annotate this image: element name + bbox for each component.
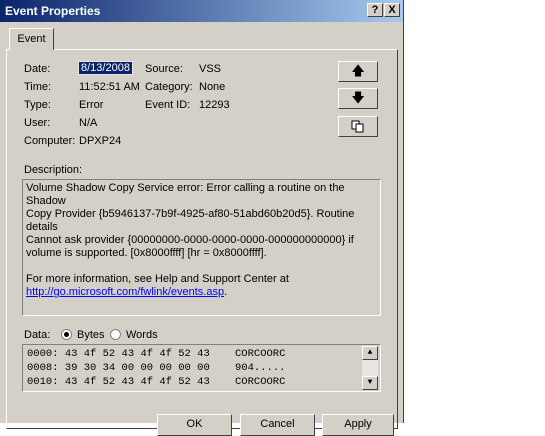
time-value: 11:52:51 AM xyxy=(79,81,140,93)
hex-scrollbar[interactable]: ▲ ▼ xyxy=(362,346,378,390)
source-value: VSS xyxy=(199,63,222,75)
scroll-up-icon[interactable]: ▲ xyxy=(362,346,378,360)
hex-offset: 0008: xyxy=(27,362,59,374)
description-line: volume is supported. [0x8000ffff] [hr = … xyxy=(26,247,267,259)
date-value[interactable]: 8/13/2008 xyxy=(78,61,133,75)
description-label: Description: xyxy=(24,164,83,176)
copy-button[interactable] xyxy=(338,116,378,137)
ok-button[interactable]: OK xyxy=(157,414,232,436)
hex-offset: 0000: xyxy=(27,348,59,360)
words-radio[interactable] xyxy=(110,329,121,340)
type-label: Type: xyxy=(24,99,51,111)
arrow-up-icon: 🡅 xyxy=(351,63,365,78)
hex-row: 0008: 39 30 34 00 00 00 00 00 904..... xyxy=(27,361,285,375)
cancel-button[interactable]: Cancel xyxy=(240,414,315,436)
link-suffix: . xyxy=(224,286,228,298)
hex-bytes: 43 4f 52 43 4f 4f 52 43 xyxy=(64,376,210,388)
tab-event[interactable]: Event xyxy=(9,28,54,50)
hex-offset: 0010: xyxy=(27,376,59,388)
event-properties-window: Event Properties ? X Event Date: 8/13/20… xyxy=(0,0,404,436)
more-info-text: For more information, see Help and Suppo… xyxy=(26,273,289,285)
source-label: Source: xyxy=(145,63,183,75)
type-value: Error xyxy=(79,99,104,111)
bytes-label[interactable]: Bytes xyxy=(77,329,105,341)
description-line: Copy Provider {b5946137-7b9f-4925-af80-5… xyxy=(26,208,355,233)
computer-value: DPXP24 xyxy=(79,135,122,147)
help-button[interactable]: ? xyxy=(367,3,383,17)
description-line: Volume Shadow Copy Service error: Error … xyxy=(26,182,345,207)
hex-bytes: 43 4f 52 43 4f 4f 52 43 xyxy=(64,348,210,360)
copy-icon xyxy=(351,120,364,133)
title-bar: Event Properties ? X xyxy=(0,0,403,22)
words-label[interactable]: Words xyxy=(126,329,158,341)
help-link[interactable]: http://go.microsoft.com/fwlink/events.as… xyxy=(26,286,224,298)
description-box[interactable]: Volume Shadow Copy Service error: Error … xyxy=(22,179,381,316)
hex-row: 0010: 43 4f 52 43 4f 4f 52 43 CORCOORC xyxy=(27,375,285,389)
apply-button[interactable]: Apply xyxy=(322,414,394,436)
arrow-down-icon: 🡇 xyxy=(351,90,365,105)
category-value: None xyxy=(199,81,226,93)
close-button[interactable]: X xyxy=(384,3,400,17)
hex-bytes: 39 30 34 00 00 00 00 00 xyxy=(64,362,210,374)
hex-ascii: CORCOORC xyxy=(234,376,286,388)
bytes-radio[interactable] xyxy=(61,329,72,340)
category-label: Category: xyxy=(145,81,193,93)
hex-ascii: CORCOORC xyxy=(234,348,286,360)
scroll-down-icon[interactable]: ▼ xyxy=(362,376,378,390)
data-label: Data: xyxy=(24,329,51,341)
previous-event-button[interactable]: 🡅 xyxy=(338,61,378,82)
hex-ascii: 904..... xyxy=(234,362,286,374)
data-hex-box[interactable]: 0000: 43 4f 52 43 4f 4f 52 43 CORCOORC 0… xyxy=(22,344,381,392)
date-label: Date: xyxy=(24,63,51,75)
user-label: User: xyxy=(24,117,51,129)
user-value: N/A xyxy=(79,117,98,129)
window-title: Event Properties xyxy=(5,4,101,18)
next-event-button[interactable]: 🡇 xyxy=(338,88,378,109)
description-line: Cannot ask provider {00000000-0000-0000-… xyxy=(26,234,354,246)
event-id-label: Event ID: xyxy=(145,99,191,111)
event-id-value: 12293 xyxy=(199,99,230,111)
hex-row: 0000: 43 4f 52 43 4f 4f 52 43 CORCOORC xyxy=(27,347,285,361)
time-label: Time: xyxy=(24,81,52,93)
computer-label: Computer: xyxy=(24,135,76,147)
